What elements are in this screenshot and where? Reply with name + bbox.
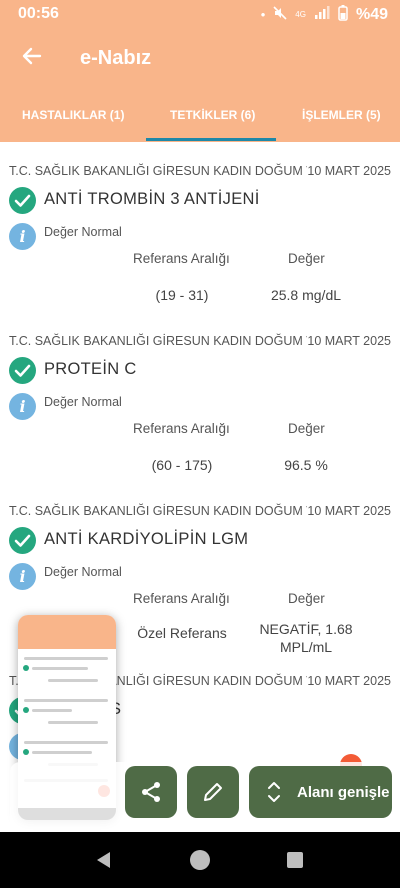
info-icon[interactable]: i	[9, 393, 36, 420]
result-status: Değer Normal	[44, 225, 122, 239]
result-status: Değer Normal	[44, 565, 122, 579]
thumbnail-line	[48, 679, 98, 682]
reference-header: Referans Aralığı	[133, 591, 230, 606]
thumbnail-line	[24, 741, 108, 744]
result-value-line1: NEGATİF, 1.68	[259, 621, 353, 637]
expand-area-label: Alanı genişle	[297, 784, 390, 801]
check-icon	[9, 187, 36, 214]
result-status: Değer Normal	[44, 395, 122, 409]
result-value: 96.5 %	[284, 457, 328, 473]
thumbnail-line	[32, 709, 72, 712]
result-date: 10 MART 2025	[307, 674, 391, 688]
expand-area-button[interactable]: Alanı genişle	[249, 766, 392, 818]
network-type-label: 4G	[295, 10, 306, 19]
value-header: Değer	[288, 251, 325, 266]
edit-button[interactable]	[187, 766, 239, 818]
result-date: 10 MART 2025	[307, 504, 391, 518]
tab-diseases[interactable]: HASTALIKLAR (1)	[22, 108, 124, 122]
value-header: Değer	[288, 591, 325, 606]
tab-tests[interactable]: TETKİKLER (6)	[170, 108, 255, 122]
share-button[interactable]	[125, 766, 177, 818]
thumbnail-check	[23, 707, 29, 713]
result-value: 25.8 mg/dL	[270, 287, 342, 303]
reference-range: (60 - 175)	[151, 457, 213, 473]
tab-bar: HASTALIKLAR (1) TETKİKLER (6) İŞLEMLER (…	[0, 90, 400, 142]
app-bar: e-Nabız	[0, 28, 400, 90]
page-title: e-Nabız	[80, 47, 152, 69]
dot-icon: •	[260, 7, 266, 22]
thumbnail-header	[18, 615, 116, 649]
reference-header: Referans Aralığı	[133, 421, 230, 436]
check-icon	[9, 527, 36, 554]
test-name: ANTİ TROMBİN 3 ANTİJENİ	[44, 190, 260, 208]
status-bar: 00:56 • 4G %49	[0, 0, 400, 28]
signal-icon	[314, 6, 330, 23]
thumbnail-line	[24, 699, 108, 702]
back-arrow-icon[interactable]	[20, 44, 44, 68]
check-icon	[9, 357, 36, 384]
thumbnail-line	[32, 667, 88, 670]
result-date: 10 MART 2025	[307, 164, 391, 178]
pencil-icon	[204, 783, 222, 801]
thumbnail-line	[24, 657, 108, 660]
info-icon[interactable]: i	[9, 223, 36, 250]
reference-header: Referans Aralığı	[133, 251, 230, 266]
battery-percent: %49	[355, 5, 388, 23]
system-nav-bar	[0, 832, 400, 888]
active-tab-indicator	[146, 138, 276, 141]
info-icon[interactable]: i	[9, 563, 36, 590]
mute-icon	[273, 6, 287, 23]
reference-range: (19 - 31)	[155, 287, 209, 303]
thumbnail-line	[32, 751, 92, 754]
thumbnail-check	[23, 749, 29, 755]
reference-range: Özel Referans	[137, 625, 227, 641]
result-date: 10 MART 2025	[307, 334, 391, 348]
nav-home-icon[interactable]	[190, 850, 210, 870]
status-time: 00:56	[18, 5, 59, 22]
test-name: ANTİ KARDİYOLİPİN LGM	[44, 530, 249, 548]
thumbnail-check	[23, 665, 29, 671]
result-card[interactable]: T.C. SAĞLIK BAKANLIĞI GİRESUN KADIN DOĞU…	[0, 312, 400, 482]
share-icon	[142, 782, 160, 802]
thumbnail-line	[48, 721, 98, 724]
tab-procedures[interactable]: İŞLEMLER (5)	[302, 108, 381, 122]
nav-recent-apps-icon[interactable]	[287, 852, 303, 868]
battery-icon	[338, 5, 348, 24]
test-name: PROTEİN C	[44, 360, 137, 378]
result-card[interactable]: T.C. SAĞLIK BAKANLIĞI GİRESUN KADIN DOĞU…	[0, 142, 400, 312]
value-header: Değer	[288, 421, 325, 436]
result-value: NEGATİF, 1.68 MPL/mL	[254, 620, 358, 656]
status-icons: • 4G %49	[261, 5, 388, 24]
nav-back-icon[interactable]	[95, 851, 113, 869]
expand-vertical-icon	[268, 782, 280, 802]
